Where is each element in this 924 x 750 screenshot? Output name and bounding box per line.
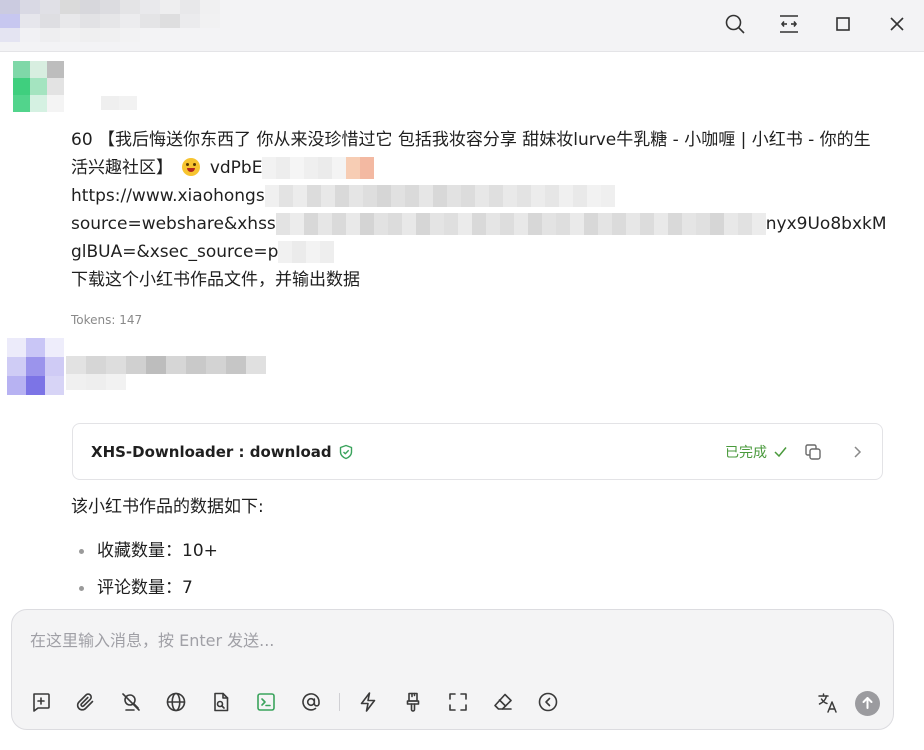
user-message-link: glBUA=&xsec_source=p	[71, 242, 279, 262]
tool-call-name: XHS-Downloader : download	[91, 442, 332, 461]
expand-icon[interactable]	[446, 690, 470, 714]
redacted-text	[275, 213, 766, 235]
message-composer	[11, 609, 894, 730]
search-button[interactable]	[708, 0, 762, 52]
title-bar	[0, 0, 924, 52]
composer-toolbar	[29, 690, 581, 714]
lightning-icon[interactable]	[356, 690, 380, 714]
user-avatar	[13, 61, 64, 112]
maximize-button[interactable]	[816, 0, 870, 52]
check-icon	[773, 444, 788, 459]
assistant-avatar	[7, 338, 64, 395]
user-message: 60 【我后悔送你东西了 你从来没珍惜过它 包括我妆容分享 甜妹妆lurve牛乳…	[71, 126, 891, 294]
chat-area: 60 【我后悔送你东西了 你从来没珍惜过它 包括我妆容分享 甜妹妆lurve牛乳…	[0, 52, 924, 610]
message-input[interactable]	[30, 626, 870, 654]
chevron-right-icon[interactable]	[850, 445, 864, 459]
close-button[interactable]	[870, 0, 924, 52]
user-message-link: nyx9Uo8bxkM	[765, 214, 887, 234]
user-message-link: https://www.xiaohongs	[71, 186, 265, 206]
translate-icon[interactable]	[816, 691, 840, 715]
web-search-off-icon[interactable]	[119, 690, 143, 714]
knowledge-file-icon[interactable]	[209, 690, 233, 714]
terminal-icon[interactable]	[254, 690, 278, 714]
mention-icon[interactable]	[299, 690, 323, 714]
redacted-text	[278, 241, 335, 263]
attachment-icon[interactable]	[74, 690, 98, 714]
eraser-icon[interactable]	[491, 690, 515, 714]
user-message-text: vdPbE	[209, 158, 263, 178]
user-message-line: 60 【我后悔送你东西了 你从来没珍惜过它 包括我妆容分享 甜妹妆lurve牛乳…	[71, 130, 871, 150]
assistant-reply-list: 收藏数量：10+ 评论数量：7	[79, 538, 218, 610]
assistant-reply-intro: 该小红书作品的数据如下:	[71, 497, 264, 517]
search-icon	[724, 13, 746, 39]
tool-status: 已完成	[725, 444, 767, 461]
redacted-text	[262, 157, 375, 179]
fit-width-icon	[778, 13, 800, 39]
grinning-face-emoji-icon	[182, 158, 201, 176]
copy-icon[interactable]	[804, 443, 822, 461]
brush-icon[interactable]	[401, 690, 425, 714]
shield-check-icon	[338, 444, 354, 460]
token-count: Tokens: 147	[71, 313, 143, 327]
collapse-left-icon[interactable]	[536, 690, 560, 714]
fit-width-button[interactable]	[762, 0, 816, 52]
list-item: 收藏数量：10+	[79, 538, 218, 575]
close-icon	[889, 16, 905, 36]
list-item: 评论数量：7	[79, 575, 218, 610]
maximize-icon	[835, 16, 851, 36]
title-blurred	[0, 0, 220, 46]
new-topic-icon[interactable]	[29, 690, 53, 714]
user-message-line: 下载这个小红书作品文件，并输出数据	[71, 270, 360, 290]
assistant-name-blurred	[66, 356, 266, 374]
send-button[interactable]	[855, 691, 880, 716]
send-arrow-icon	[861, 694, 874, 713]
user-name-blurred	[101, 96, 137, 110]
tool-call-card[interactable]: XHS-Downloader : download 已完成	[72, 423, 883, 480]
toolbar-divider	[339, 693, 340, 711]
user-message-link: source=webshare&xhss	[71, 214, 276, 234]
redacted-text	[264, 185, 615, 207]
user-message-text: 活兴趣社区】	[71, 158, 173, 178]
globe-icon[interactable]	[164, 690, 188, 714]
